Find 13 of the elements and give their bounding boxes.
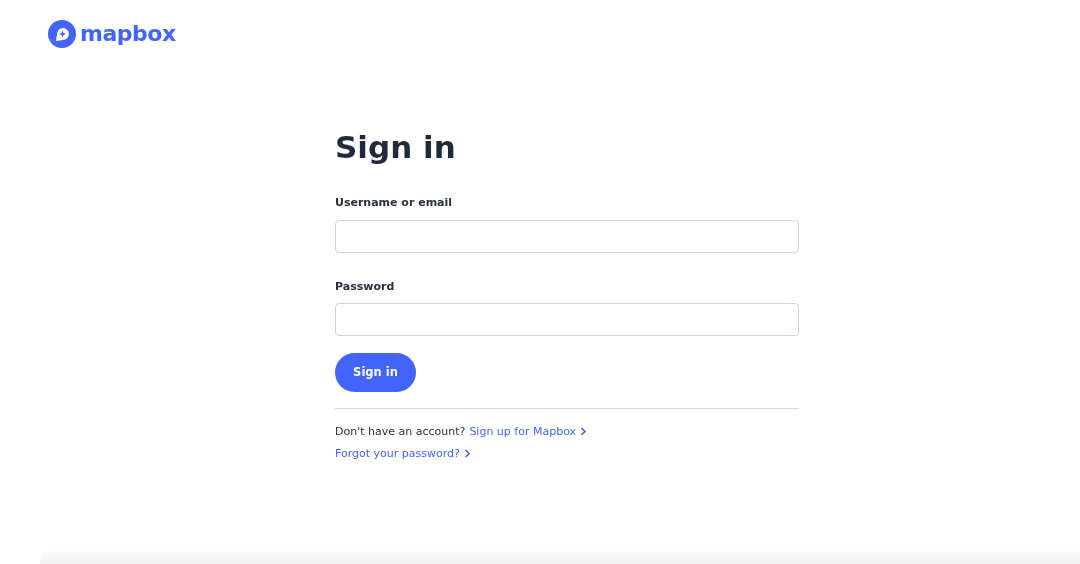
chevron-right-icon: [462, 449, 471, 458]
chevron-right-icon: [579, 427, 588, 436]
field-label: Username or email: [335, 195, 453, 211]
page-title: Sign in: [335, 128, 457, 167]
forgot-password-link[interactable]: Forgot your password?: [335, 447, 471, 460]
signup-link[interactable]: Sign up for Mapbox: [469, 421, 588, 443]
sign-in-button[interactable]: Sign in: [335, 353, 416, 392]
logo-icon: [48, 20, 76, 48]
signup-prompt: Don't have an account?: [335, 424, 466, 440]
input-field[interactable]: [335, 303, 799, 336]
field-label: Password: [335, 278, 395, 295]
input-field[interactable]: [335, 219, 799, 253]
logo-text[interactable]: mapbox: [80, 19, 176, 49]
